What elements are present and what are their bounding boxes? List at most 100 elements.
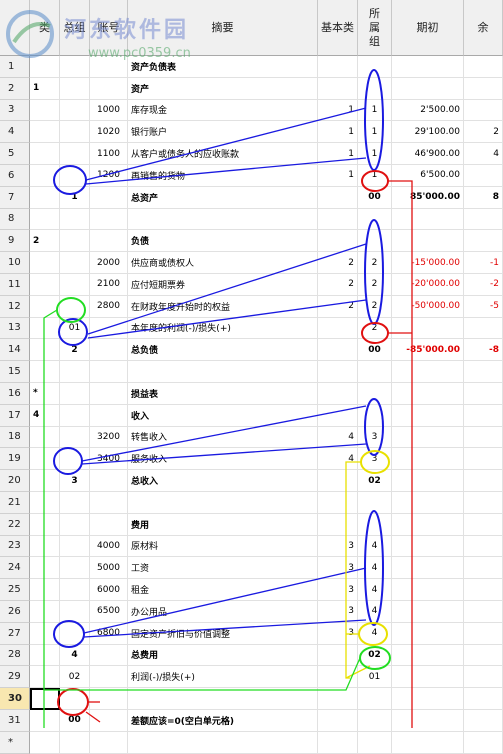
cell-extra[interactable] (464, 317, 503, 340)
cell-group[interactable] (60, 383, 90, 405)
row-number[interactable]: 29 (0, 666, 30, 689)
cell-extra[interactable]: 4 (464, 143, 503, 165)
cell-description[interactable]: 转售收入 (128, 426, 318, 449)
cell-basic-class[interactable] (318, 383, 358, 405)
cell-account[interactable] (90, 77, 128, 100)
cell-opening[interactable] (392, 557, 464, 580)
cell-basic-class[interactable] (318, 339, 358, 362)
cell-account[interactable] (90, 230, 128, 253)
cell-account[interactable] (90, 513, 128, 536)
cell-opening[interactable]: -15'000.00 (392, 252, 464, 274)
cell-description[interactable]: 工资 (128, 557, 318, 580)
cell-extra[interactable] (464, 557, 503, 580)
col-header-extra[interactable]: 余 (464, 0, 503, 56)
cell-group[interactable] (60, 404, 90, 427)
cell-extra[interactable] (464, 688, 503, 710)
cell-group[interactable] (60, 252, 90, 274)
cell-belongs-group[interactable] (358, 731, 392, 754)
row-number[interactable]: 16 (0, 383, 30, 405)
cell-extra[interactable] (464, 383, 503, 405)
cell-account[interactable] (90, 731, 128, 754)
cell-basic-class[interactable] (318, 77, 358, 100)
cell-class[interactable] (30, 492, 60, 514)
cell-belongs-group[interactable]: 2 (358, 317, 392, 340)
row-number[interactable]: 25 (0, 579, 30, 601)
cell-basic-class[interactable]: 3 (318, 535, 358, 558)
cell-class[interactable] (30, 121, 60, 144)
cell-class[interactable] (30, 99, 60, 122)
cell-opening[interactable]: 2'500.00 (392, 99, 464, 122)
cell-opening[interactable]: -20'000.00 (392, 274, 464, 296)
row-number[interactable]: 5 (0, 143, 30, 165)
cell-belongs-group[interactable]: 2 (358, 295, 392, 318)
cell-extra[interactable] (464, 513, 503, 536)
cell-opening[interactable] (392, 601, 464, 623)
cell-account[interactable] (90, 710, 128, 732)
cell-basic-class[interactable] (318, 208, 358, 231)
cell-description[interactable]: 总收入 (128, 470, 318, 492)
cell-group[interactable] (60, 557, 90, 580)
cell-group[interactable] (60, 165, 90, 187)
cell-account[interactable] (90, 339, 128, 362)
cell-extra[interactable]: 2 (464, 121, 503, 144)
cell-belongs-group[interactable]: 4 (358, 535, 392, 558)
cell-basic-class[interactable]: 1 (318, 121, 358, 144)
cell-belongs-group[interactable]: 2 (358, 252, 392, 274)
cell-basic-class[interactable] (318, 56, 358, 78)
cell-basic-class[interactable] (318, 731, 358, 754)
cell-class[interactable] (30, 339, 60, 362)
cell-extra[interactable] (464, 710, 503, 732)
cell-opening[interactable]: -50'000.00 (392, 295, 464, 318)
cell-group[interactable] (60, 143, 90, 165)
row-number[interactable]: 17 (0, 404, 30, 427)
cell-description[interactable]: 总负债 (128, 339, 318, 362)
cell-description[interactable]: 总资产 (128, 186, 318, 209)
cell-belongs-group[interactable] (358, 404, 392, 427)
cell-account[interactable] (90, 644, 128, 667)
cell-basic-class[interactable] (318, 710, 358, 732)
cell-basic-class[interactable] (318, 470, 358, 492)
cell-class[interactable] (30, 513, 60, 536)
cell-group[interactable]: 02 (60, 666, 90, 689)
cell-account[interactable] (90, 492, 128, 514)
cell-opening[interactable]: 6'500.00 (392, 165, 464, 187)
cell-class[interactable]: 2 (30, 230, 60, 253)
cell-description[interactable]: 供应商或债权人 (128, 252, 318, 274)
cell-description[interactable]: 再销售的货物 (128, 165, 318, 187)
cell-extra[interactable] (464, 448, 503, 471)
col-header-basic-class[interactable]: 基本类 (318, 0, 358, 56)
row-number[interactable]: 8 (0, 208, 30, 231)
cell-description[interactable]: 差额应该=0(空白单元格) (128, 710, 318, 732)
cell-basic-class[interactable]: 3 (318, 557, 358, 580)
cell-class[interactable]: 1 (30, 77, 60, 100)
cell-basic-class[interactable]: 3 (318, 579, 358, 601)
cell-belongs-group[interactable] (358, 383, 392, 405)
cell-account[interactable]: 4000 (90, 535, 128, 558)
cell-extra[interactable] (464, 535, 503, 558)
row-number[interactable]: 24 (0, 557, 30, 580)
cell-opening[interactable] (392, 470, 464, 492)
cell-account[interactable]: 3200 (90, 426, 128, 449)
cell-basic-class[interactable]: 4 (318, 426, 358, 449)
cell-class[interactable] (30, 165, 60, 187)
cell-belongs-group[interactable]: 1 (358, 143, 392, 165)
cell-extra[interactable] (464, 426, 503, 449)
cell-extra[interactable] (464, 601, 503, 623)
cell-opening[interactable]: 46'900.00 (392, 143, 464, 165)
cell-description[interactable] (128, 731, 318, 754)
row-number[interactable]: 10 (0, 252, 30, 274)
cell-belongs-group[interactable]: 3 (358, 448, 392, 471)
cell-belongs-group[interactable]: 00 (358, 339, 392, 362)
cell-opening[interactable] (392, 710, 464, 732)
cell-class[interactable] (30, 361, 60, 383)
cell-description[interactable]: 在财政年度开始时的权益 (128, 295, 318, 318)
cell-basic-class[interactable] (318, 688, 358, 710)
cell-extra[interactable]: 8 (464, 186, 503, 209)
cell-account[interactable] (90, 404, 128, 427)
cell-belongs-group[interactable]: 1 (358, 165, 392, 187)
cell-opening[interactable] (392, 56, 464, 78)
row-number[interactable]: 28 (0, 644, 30, 667)
cell-group[interactable] (60, 295, 90, 318)
cell-description[interactable]: 固定资产折旧与价值调整 (128, 622, 318, 645)
cell-class[interactable] (30, 186, 60, 209)
